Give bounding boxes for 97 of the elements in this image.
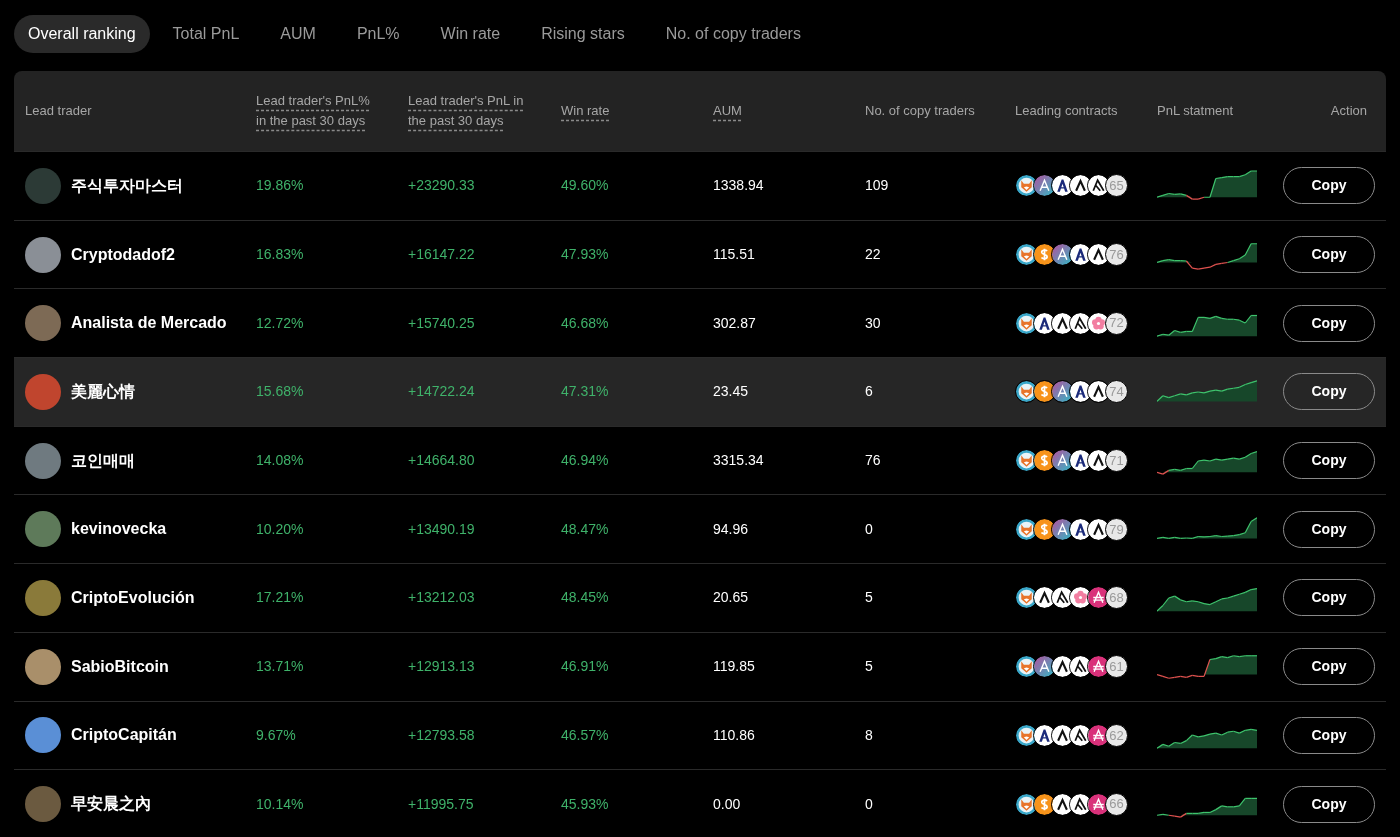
column-header: PnL statment [1157, 102, 1235, 120]
column-header: Lead trader's PnL in the past 30 days [408, 92, 525, 130]
aum-value: 115.51 [713, 245, 756, 265]
pnl-value: +11995.75 [408, 794, 475, 814]
ranking-tab[interactable]: Total PnL [154, 15, 258, 53]
pnl-value: +13212.03 [408, 588, 476, 608]
win-rate: 47.93% [561, 245, 610, 265]
avatar [25, 579, 61, 616]
trader-name[interactable]: SabioBitcoin [71, 654, 169, 679]
pnl-percent: 17.21% [256, 588, 305, 608]
win-rate: 48.45% [561, 588, 610, 608]
more-contracts-count: 72 [1105, 311, 1128, 335]
avatar [25, 167, 61, 204]
copy-traders-count: 22 [865, 245, 882, 265]
trader-name[interactable]: CriptoEvolución [71, 585, 195, 610]
ranking-tab[interactable]: Overall ranking [14, 15, 150, 53]
more-contracts-count: 66 [1105, 792, 1128, 816]
aum-value: 0.00 [713, 794, 742, 814]
avatar [25, 236, 61, 273]
more-contracts-count: 74 [1105, 380, 1128, 404]
aum-value: 302.87 [713, 313, 757, 333]
trader-name[interactable]: CriptoCapitán [71, 723, 177, 748]
copy-traders-count: 30 [865, 313, 882, 333]
trader-name[interactable]: 코인매매 [71, 448, 135, 473]
ranking-tab[interactable]: AUM [262, 15, 334, 53]
avatar [25, 717, 61, 754]
trader-name[interactable]: 주식투자마스터 [71, 173, 183, 198]
aum-value: 110.86 [713, 725, 756, 745]
pnl-percent: 14.08% [256, 451, 305, 471]
copy-traders-count: 0 [865, 794, 874, 814]
column-header: Lead trader [25, 102, 93, 120]
pnl-value: +13490.19 [408, 519, 476, 539]
more-contracts-count: 65 [1105, 174, 1128, 198]
win-rate: 45.93% [561, 794, 610, 814]
ranking-tab[interactable]: PnL% [338, 15, 418, 53]
avatar [25, 786, 61, 823]
pnl-value: +14664.80 [408, 451, 476, 471]
pnl-percent: 10.20% [256, 519, 305, 539]
pnl-value: +12793.58 [408, 725, 476, 745]
copy-traders-count: 109 [865, 176, 890, 196]
aum-value: 1338.94 [713, 176, 765, 196]
pnl-value: +14722.24 [408, 382, 476, 402]
avatar [25, 648, 61, 685]
copy-traders-count: 5 [865, 657, 874, 677]
win-rate: 46.68% [561, 313, 610, 333]
aum-value: 3315.34 [713, 451, 765, 471]
trader-name[interactable]: Analista de Mercado [71, 311, 227, 336]
trader-name[interactable]: kevinovecka [71, 517, 167, 542]
copy-traders-count: 76 [865, 451, 882, 471]
win-rate: 46.91% [561, 657, 610, 677]
column-header: Lead trader's PnL% in the past 30 days [256, 92, 371, 130]
aum-value: 94.96 [713, 519, 750, 539]
trader-name[interactable]: 早安晨之內 [71, 792, 151, 817]
column-header: Leading contracts [1015, 102, 1119, 120]
trader-name[interactable]: 美麗心情 [71, 379, 135, 404]
column-header: Action [1329, 102, 1367, 120]
pnl-percent: 15.68% [256, 382, 305, 402]
copy-traders-count: 5 [865, 588, 874, 608]
avatar [25, 373, 61, 410]
win-rate: 48.47% [561, 519, 610, 539]
pnl-percent: 16.83% [256, 245, 305, 265]
more-contracts-count: 61 [1105, 655, 1128, 679]
column-header: AUM [713, 102, 743, 120]
pnl-percent: 9.67% [256, 725, 297, 745]
column-header: Win rate [561, 102, 611, 120]
avatar [25, 305, 61, 342]
ranking-tab[interactable]: No. of copy traders [647, 15, 819, 53]
win-rate: 46.57% [561, 725, 610, 745]
column-header: No. of copy traders [865, 102, 976, 120]
pnl-percent: 10.14% [256, 794, 305, 814]
aum-value: 20.65 [713, 588, 750, 608]
more-contracts-count: 62 [1105, 723, 1128, 747]
aum-value: 119.85 [713, 657, 756, 677]
more-contracts-count: 71 [1105, 449, 1128, 473]
pnl-value: +23290.33 [408, 176, 476, 196]
avatar [25, 511, 61, 548]
ranking-tab[interactable]: Rising stars [523, 15, 643, 53]
win-rate: 47.31% [561, 382, 610, 402]
win-rate: 49.60% [561, 176, 610, 196]
more-contracts-count: 76 [1105, 243, 1128, 267]
ranking-tab[interactable]: Win rate [422, 15, 519, 53]
aum-value: 23.45 [713, 382, 750, 402]
pnl-percent: 19.86% [256, 176, 305, 196]
pnl-value: +12913.13 [408, 657, 476, 677]
win-rate: 46.94% [561, 451, 610, 471]
trader-row[interactable]: 美麗心情 15.68% +14722.24 47.31% 23.45 6 74 Copy [14, 357, 1386, 426]
avatar [25, 442, 61, 479]
copy-traders-count: 6 [865, 382, 874, 402]
pnl-percent: 12.72% [256, 313, 305, 333]
copy-traders-count: 8 [865, 725, 874, 745]
pnl-value: +16147.22 [408, 245, 476, 265]
trader-name[interactable]: Cryptodadof2 [71, 242, 175, 267]
pnl-percent: 13.71% [256, 657, 305, 677]
pnl-value: +15740.25 [408, 313, 476, 333]
more-contracts-count: 79 [1105, 517, 1128, 541]
more-contracts-count: 68 [1105, 586, 1128, 610]
copy-traders-count: 0 [865, 519, 874, 539]
